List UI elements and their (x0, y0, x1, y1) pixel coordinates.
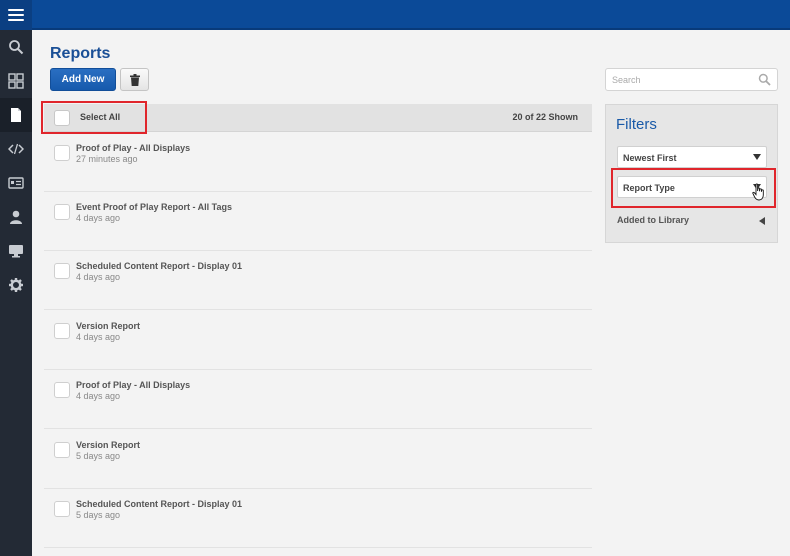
chevron-down-icon (753, 154, 761, 160)
report-row[interactable]: Proof of Play - All Displays 27 minutes … (44, 132, 592, 192)
gear-icon[interactable] (0, 268, 32, 302)
report-time: 5 days ago (76, 510, 121, 520)
report-title[interactable]: Scheduled Content Report - Display 01 (76, 261, 242, 271)
dashboard-icon[interactable] (0, 64, 32, 98)
user-icon[interactable] (0, 200, 32, 234)
report-checkbox[interactable] (54, 501, 70, 517)
filters-title: Filters (616, 116, 657, 133)
report-checkbox[interactable] (54, 204, 70, 220)
report-title[interactable]: Version Report (76, 321, 140, 331)
report-title[interactable]: Proof of Play - All Displays (76, 380, 190, 390)
monitor-icon[interactable] (0, 234, 32, 268)
report-row[interactable]: Proof of Play - All Displays 4 days ago (44, 369, 592, 429)
report-checkbox[interactable] (54, 263, 70, 279)
trash-icon (129, 73, 140, 86)
report-time: 4 days ago (76, 391, 121, 401)
page-title: Reports (50, 45, 111, 62)
chevron-left-icon[interactable] (759, 217, 765, 225)
sidebar (0, 30, 32, 556)
search-icon[interactable] (758, 73, 771, 86)
menu-icon[interactable] (0, 0, 32, 30)
report-time: 27 minutes ago (76, 154, 138, 164)
report-row[interactable]: Scheduled Content Report - Display 01 5 … (44, 488, 592, 548)
added-to-library-label[interactable]: Added to Library (617, 215, 689, 225)
report-row[interactable]: Scheduled Content Report - Display 01 4 … (44, 250, 592, 310)
hand-cursor-icon (752, 183, 764, 201)
report-checkbox[interactable] (54, 382, 70, 398)
add-new-button[interactable]: Add New (50, 68, 116, 91)
report-row[interactable]: Event Proof of Play Report - All Tags 4 … (44, 191, 592, 251)
report-checkbox[interactable] (54, 145, 70, 161)
report-row[interactable]: Version Report 5 days ago (44, 429, 592, 489)
report-checkbox[interactable] (54, 323, 70, 339)
report-time: 4 days ago (76, 332, 121, 342)
report-time: 5 days ago (76, 451, 121, 461)
highlight-select-all (41, 101, 147, 134)
report-time: 4 days ago (76, 272, 121, 282)
sort-dropdown-label: Newest First (623, 153, 677, 163)
report-checkbox[interactable] (54, 442, 70, 458)
report-title[interactable]: Version Report (76, 440, 140, 450)
report-title[interactable]: Event Proof of Play Report - All Tags (76, 202, 232, 212)
sort-dropdown[interactable]: Newest First (617, 146, 767, 168)
report-time: 4 days ago (76, 213, 121, 223)
report-title[interactable]: Scheduled Content Report - Display 01 (76, 499, 242, 509)
search-icon[interactable] (0, 30, 32, 64)
id-card-icon[interactable] (0, 166, 32, 200)
search-input[interactable] (605, 68, 778, 91)
report-row[interactable]: Version Report 4 days ago (44, 310, 592, 370)
report-title[interactable]: Proof of Play - All Displays (76, 143, 190, 153)
top-bar (0, 0, 790, 30)
shown-count: 20 of 22 Shown (512, 112, 578, 122)
delete-button[interactable] (120, 68, 149, 91)
code-icon[interactable] (0, 132, 32, 166)
document-icon[interactable] (0, 98, 32, 132)
